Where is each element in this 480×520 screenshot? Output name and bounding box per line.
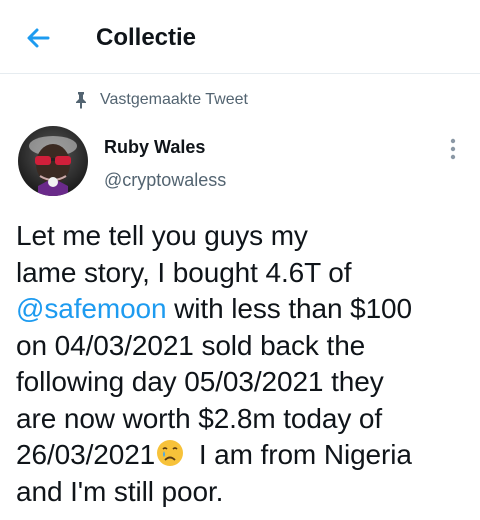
pin-icon xyxy=(76,92,86,109)
pinned-label: Vastgemaakte Tweet xyxy=(100,91,248,108)
crying-face-emoji xyxy=(157,440,184,466)
tweet-line: are now worth $2.8m today of xyxy=(16,402,383,434)
page-title: Collectie xyxy=(96,24,197,51)
tweet-line: 26/03/2021 I am from Nigeria xyxy=(16,437,466,474)
avatar[interactable] xyxy=(18,126,88,196)
tweet-line: following day 05/03/2021 they xyxy=(16,366,384,397)
more-options-button[interactable] xyxy=(444,136,462,162)
tweet-line-text: with less than $100 xyxy=(166,293,412,324)
back-button[interactable] xyxy=(22,22,54,54)
arrow-left-icon xyxy=(27,28,50,48)
tweet-line: and I'm still poor. xyxy=(16,475,224,507)
pinned-tweet-indicator: Vastgemaakte Tweet xyxy=(74,88,248,112)
tweet-line: on 04/03/2021 sold back the xyxy=(16,329,366,361)
author-handle[interactable]: @cryptowaless xyxy=(104,168,226,192)
top-bar: Collectie xyxy=(0,0,480,74)
more-vertical-icon xyxy=(450,138,456,160)
avatar-image xyxy=(18,126,88,196)
mention-link[interactable]: @safemoon xyxy=(16,293,167,324)
tweet-line: lame story, I bought 4.6T of xyxy=(16,256,352,288)
tweet-body: Let me tell you guys my lame story, I bo… xyxy=(16,218,466,510)
author-name[interactable]: Ruby Wales xyxy=(104,135,205,159)
tweet-line: Let me tell you guys my xyxy=(16,220,308,251)
tweet-line-text: I am from Nigeria xyxy=(191,439,412,470)
tweet-line-text: 26/03/2021 xyxy=(16,439,156,470)
tweet-line: @safemoon with less than $100 xyxy=(16,291,466,328)
